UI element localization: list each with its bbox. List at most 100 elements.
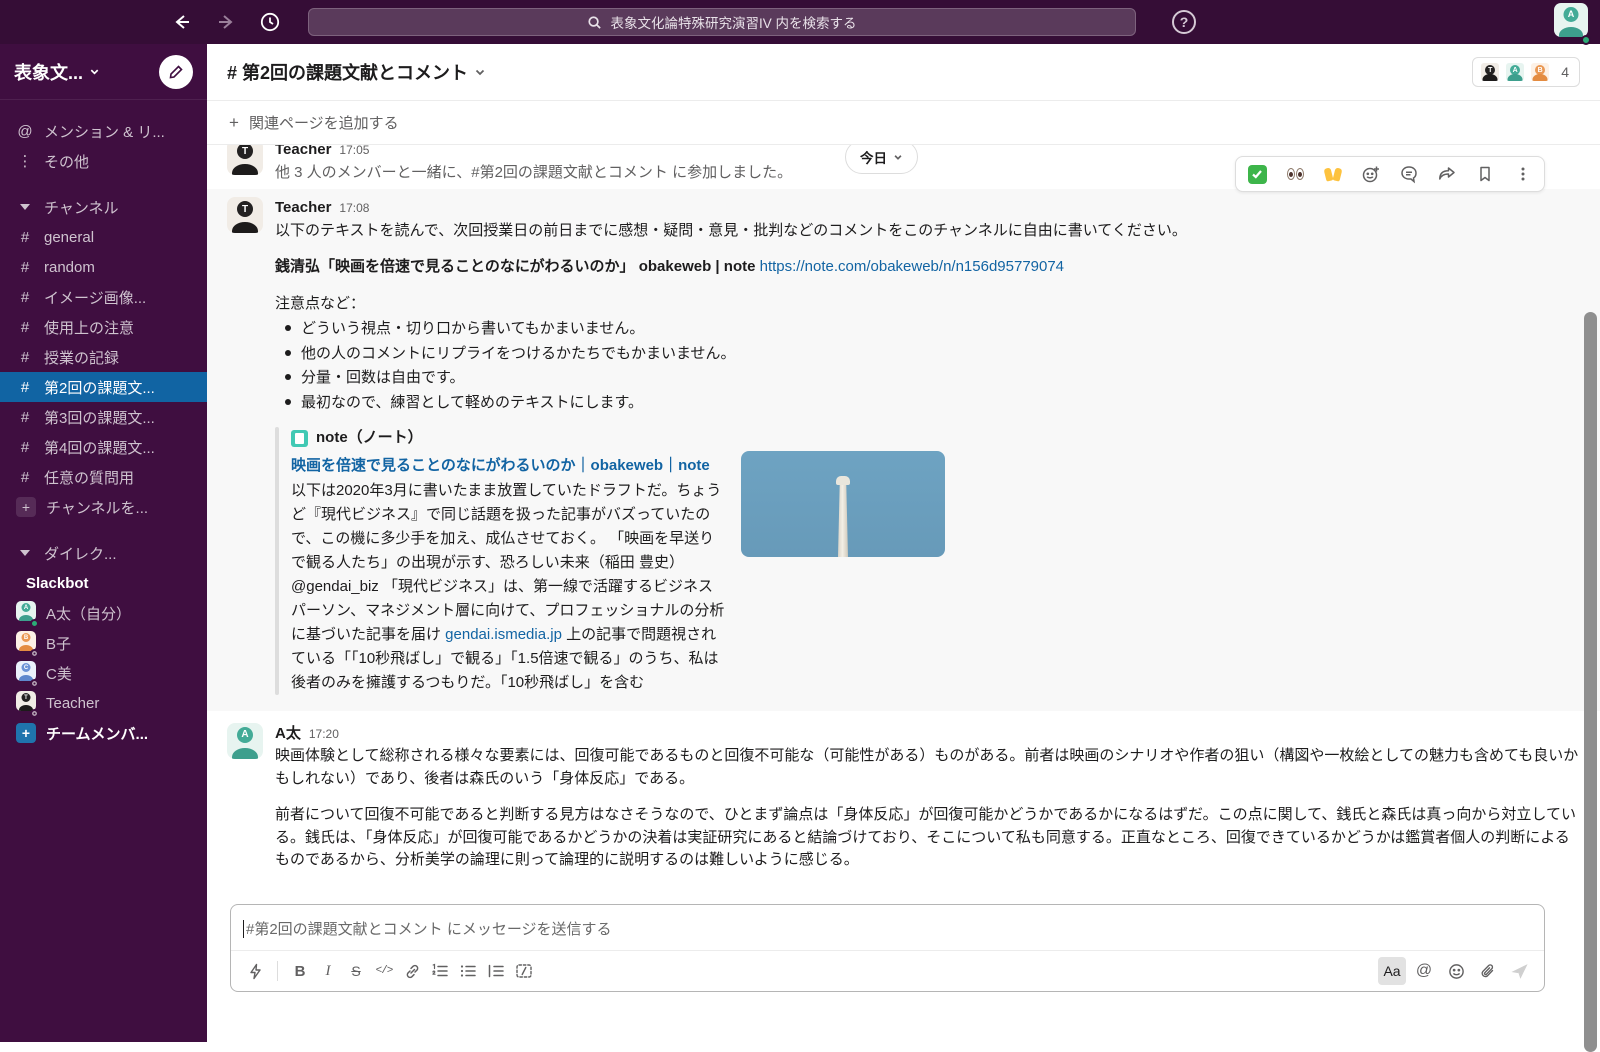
send-message-button[interactable] <box>1506 957 1534 985</box>
date-divider-pill[interactable]: 今日 <box>845 140 918 174</box>
invite-members-button[interactable]: + チームメンバ... <box>0 718 207 748</box>
message-list: 今日 <box>207 134 1600 877</box>
top-bar: 表象文化論特殊研究演習IV 内を検索する ? A <box>0 0 1600 44</box>
shortcuts-button[interactable] <box>241 957 269 985</box>
plus-icon: + <box>229 113 239 133</box>
add-channel-button[interactable]: + チャンネルを... <box>0 492 207 522</box>
react-raised-hands-button[interactable] <box>1322 163 1344 185</box>
main-panel: # 第2回の課題文献とコメント T A B 4 + 関連ページを追加する 今日 <box>207 44 1600 1042</box>
new-message-button[interactable] <box>159 55 193 89</box>
link-preview-description: 以下は2020年3月に書いたまま放置していたドラフトだ。ちょうど『現代ビジネス』… <box>291 479 727 695</box>
dm-item-bko[interactable]: B B子 <box>0 628 207 658</box>
more-actions-button[interactable] <box>1512 163 1534 185</box>
share-message-button[interactable] <box>1436 163 1458 185</box>
eyes-emoji-icon <box>1287 168 1304 180</box>
code-block-button[interactable] <box>510 957 538 985</box>
link-preview-bar <box>275 427 279 695</box>
sidebar-channel-usage-notes[interactable]: #使用上の注意 <box>0 312 207 342</box>
channels-section-header[interactable]: チャンネル <box>0 192 207 222</box>
sidebar-channel-session2-selected[interactable]: #第2回の課題文... <box>0 372 207 402</box>
note-site-icon <box>291 430 308 447</box>
note-article-link[interactable]: https://note.com/obakeweb/n/n156d9577907… <box>760 258 1064 275</box>
channel-members-button[interactable]: T A B 4 <box>1472 57 1580 87</box>
sidebar-channel-questions[interactable]: #任意の質問用 <box>0 462 207 492</box>
link-preview-thumbnail[interactable] <box>741 451 945 557</box>
formatting-toggle-button[interactable]: Aa <box>1378 957 1406 985</box>
code-button[interactable]: </> <box>370 957 398 985</box>
hash-icon: # <box>16 259 34 276</box>
sidebar-channel-session3[interactable]: #第3回の課題文... <box>0 402 207 432</box>
avatar[interactable]: T <box>227 197 263 233</box>
member-count: 4 <box>1561 64 1569 80</box>
sidebar-channel-class-records[interactable]: #授業の記録 <box>0 342 207 372</box>
history-clock-button[interactable] <box>258 10 282 34</box>
bookmark-message-button[interactable] <box>1474 163 1496 185</box>
bullet-item: 最初なので、練習として軽めのテキストにします。 <box>275 391 1580 416</box>
scrollbar[interactable] <box>1584 312 1597 1052</box>
white-check-mark-emoji-icon <box>1248 165 1267 184</box>
history-forward-button[interactable] <box>214 10 238 34</box>
presence-online-dot <box>1581 35 1591 45</box>
sidebar-item-mentions[interactable]: @ メンション & リ... <box>0 116 207 146</box>
link-button[interactable] <box>398 957 426 985</box>
section-collapse-caret-icon <box>20 550 30 556</box>
italic-button[interactable]: I <box>314 957 342 985</box>
add-reaction-button[interactable] <box>1360 163 1382 185</box>
section-collapse-caret-icon <box>20 204 30 210</box>
composer-placeholder: #第2回の課題文献とコメント にメッセージを送信する <box>246 918 612 939</box>
dm-item-slackbot[interactable]: Slackbot <box>0 568 207 598</box>
search-input[interactable]: 表象文化論特殊研究演習IV 内を検索する <box>308 8 1136 36</box>
bulleted-list-button[interactable] <box>454 957 482 985</box>
member-avatar: B <box>1529 61 1551 83</box>
message-author[interactable]: Teacher <box>275 197 331 220</box>
gendai-link[interactable]: gendai.ismedia.jp <box>445 626 562 643</box>
strikethrough-button[interactable]: S <box>342 957 370 985</box>
user-avatar[interactable]: A <box>1554 3 1588 42</box>
bullet-item: 他の人のコメントにリプライをつけるかたちでもかまいません。 <box>275 342 1580 367</box>
sidebar-channel-session4[interactable]: #第4回の課題文... <box>0 432 207 462</box>
history-back-button[interactable] <box>170 10 194 34</box>
message-paragraph: 映画体験として総称される様々な要素には、回復可能であるものと回復不可能な（可能性… <box>275 745 1580 790</box>
presence-offline-dot <box>30 709 39 718</box>
bold-button[interactable]: B <box>286 957 314 985</box>
hash-icon: # <box>16 319 34 336</box>
emoji-button[interactable] <box>1442 957 1470 985</box>
plus-icon: + <box>16 723 36 743</box>
message-author[interactable]: A太 <box>275 723 301 746</box>
raised-hands-emoji-icon <box>1325 168 1341 181</box>
add-related-pages-bar[interactable]: + 関連ページを追加する <box>207 101 1600 145</box>
dm-item-teacher[interactable]: T Teacher <box>0 688 207 718</box>
reply-in-thread-button[interactable] <box>1398 163 1420 185</box>
message-timestamp[interactable]: 17:20 <box>309 725 339 743</box>
ordered-list-button[interactable] <box>426 957 454 985</box>
workspace-switcher[interactable]: 表象文... <box>0 44 207 100</box>
at-icon: @ <box>16 123 34 140</box>
channel-title[interactable]: # 第2回の課題文献とコメント <box>227 59 468 85</box>
react-white-check-mark-button[interactable] <box>1246 163 1268 185</box>
tower-cap <box>836 476 850 485</box>
dm-section-header[interactable]: ダイレク... <box>0 538 207 568</box>
dm-item-cmi[interactable]: C C美 <box>0 658 207 688</box>
sidebar-channel-general[interactable]: #general <box>0 222 207 252</box>
sidebar-channel-random[interactable]: #random <box>0 252 207 282</box>
composer-input[interactable]: #第2回の課題文献とコメント にメッセージを送信する <box>231 905 1544 950</box>
plus-icon: + <box>16 497 36 517</box>
message-timestamp[interactable]: 17:08 <box>339 199 369 217</box>
sidebar-channel-image[interactable]: #イメージ画像... <box>0 282 207 312</box>
bullet-icon <box>285 325 291 331</box>
blockquote-button[interactable] <box>482 957 510 985</box>
help-icon[interactable]: ? <box>1172 10 1196 34</box>
search-icon <box>587 15 602 30</box>
sidebar-item-more[interactable]: ⋮ その他 <box>0 146 207 176</box>
dm-item-ata-self[interactable]: A A太（自分） <box>0 598 207 628</box>
attach-file-button[interactable] <box>1474 957 1502 985</box>
presence-offline-dot <box>30 649 39 658</box>
link-preview-card: note（ノート） 映画を倍速で見ることのなにがわるいのか｜obakeweb｜n… <box>275 427 1580 695</box>
react-eyes-button[interactable] <box>1284 163 1306 185</box>
mention-button[interactable]: @ <box>1410 957 1438 985</box>
workspace-name: 表象文... <box>14 59 83 85</box>
link-preview-title[interactable]: 映画を倍速で見ることのなにがわるいのか｜obakeweb｜note <box>291 454 727 477</box>
avatar[interactable]: A <box>227 723 263 759</box>
more-vertical-icon: ⋮ <box>16 152 34 170</box>
avatar: C <box>16 661 36 681</box>
